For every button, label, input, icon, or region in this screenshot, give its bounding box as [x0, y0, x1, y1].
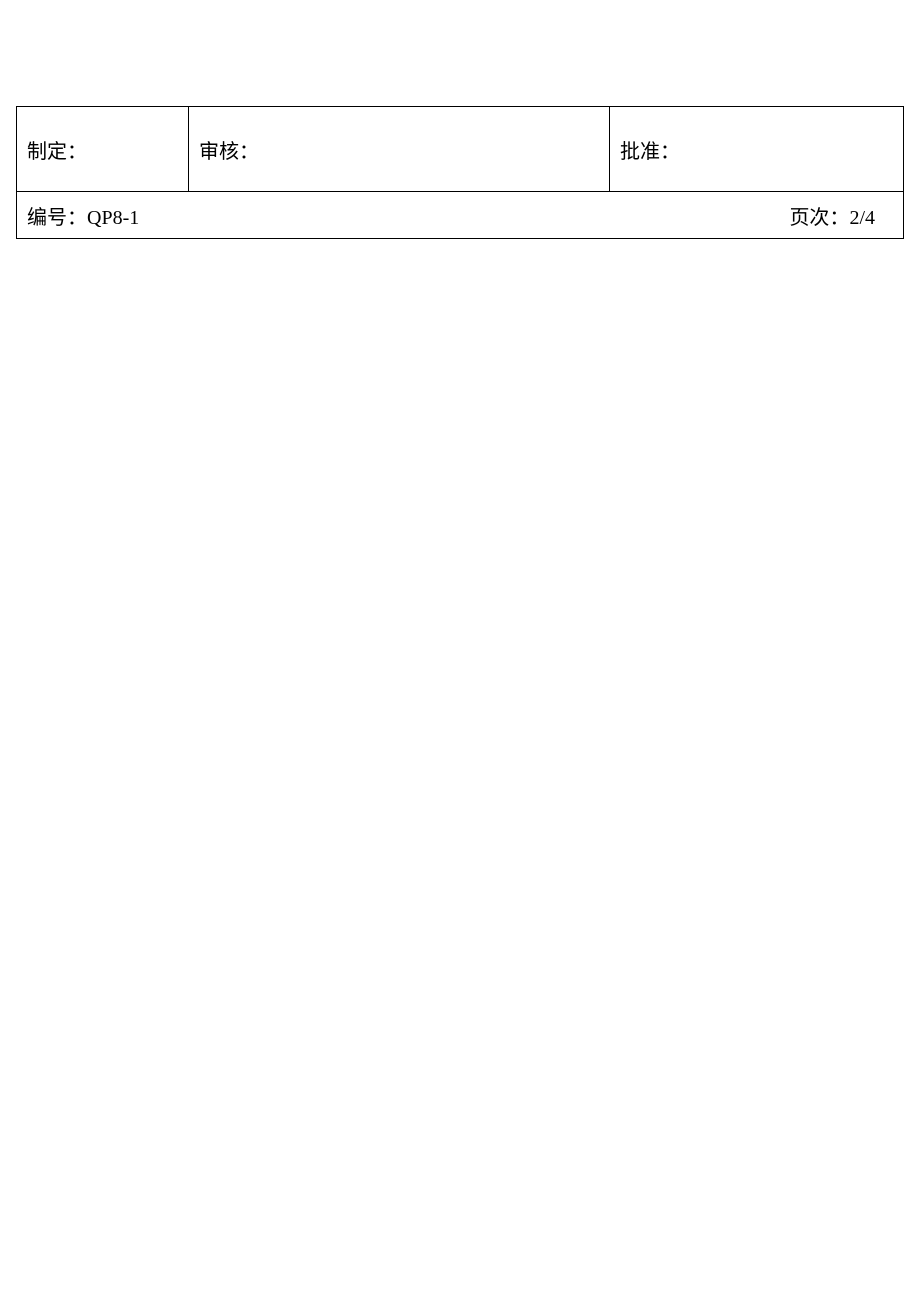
document-table: 制定： 审核： 批准： 编号：QP8-1 页次：2/4 [16, 106, 904, 239]
footer-inner: 编号：QP8-1 页次：2/4 [27, 201, 893, 230]
footer-row: 编号：QP8-1 页次：2/4 [17, 192, 904, 239]
doc-no-label: 编号： [27, 207, 87, 229]
approved-by-label: 批准： [620, 141, 680, 163]
page-value: 2/4 [849, 207, 875, 229]
footer-cell: 编号：QP8-1 页次：2/4 [17, 192, 904, 239]
page-label: 页次： [789, 207, 849, 229]
cell-prepared-by: 制定： [17, 107, 189, 192]
reviewed-by-label: 审核： [199, 141, 259, 163]
cell-approved-by: 批准： [610, 107, 904, 192]
document-page: 制定： 审核： 批准： 编号：QP8-1 页次：2/4 [0, 0, 920, 239]
prepared-by-label: 制定： [27, 141, 87, 163]
signoff-row: 制定： 审核： 批准： [17, 107, 904, 192]
document-number: 编号：QP8-1 [27, 201, 139, 230]
page-number: 页次：2/4 [789, 201, 893, 230]
cell-reviewed-by: 审核： [189, 107, 610, 192]
doc-no-value: QP8-1 [87, 207, 139, 229]
